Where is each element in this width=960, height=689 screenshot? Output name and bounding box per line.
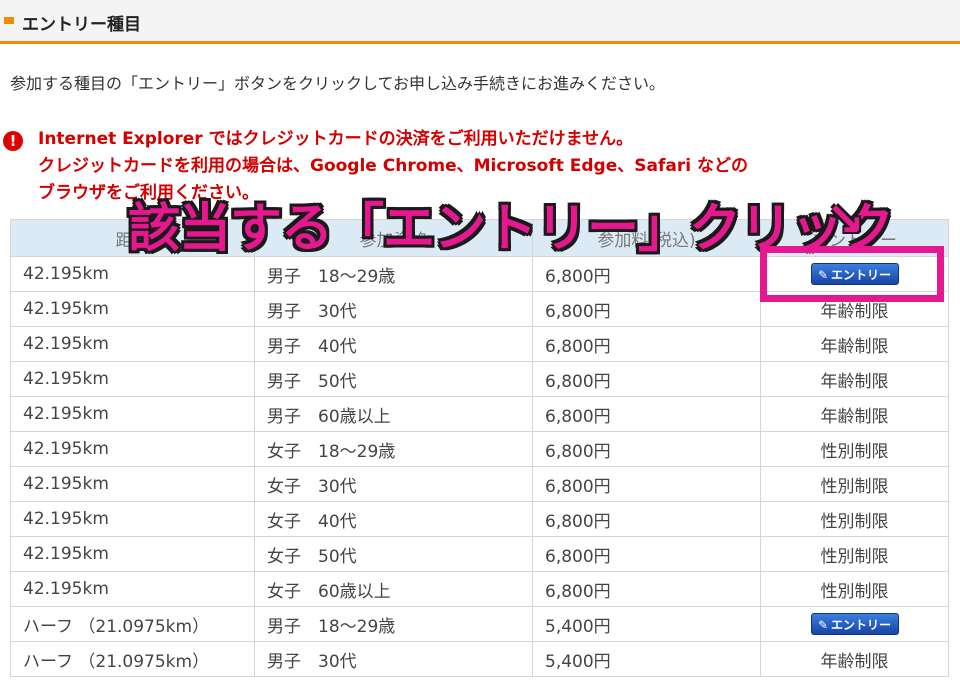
table-row: 42.195km 女子 18～29歳 6,800円 性別制限 — [10, 431, 949, 467]
table-body: 42.195km 男子 18～29歳 6,800円 ✎ エントリー 42.195km 男子 … — [10, 256, 949, 677]
cell-eligibility: 男子 18～29歳 — [254, 606, 533, 642]
cell-fee: 5,400円 — [532, 606, 761, 642]
cell-eligibility: 女子 18～29歳 — [254, 431, 533, 467]
cell-entry: 性別制限 — [760, 571, 949, 607]
cell-distance: 42.195km — [10, 326, 255, 362]
cell-entry: 性別制限 — [760, 501, 949, 537]
cell-entry: 性別制限 — [760, 536, 949, 572]
cell-entry: 年齢制限 — [760, 641, 949, 677]
pencil-icon: ✎ — [817, 618, 829, 632]
cell-fee: 5,400円 — [532, 641, 761, 677]
cell-fee: 6,800円 — [532, 326, 761, 362]
cell-entry: ✎ エントリー — [760, 606, 949, 642]
cell-eligibility: 女子 60歳以上 — [254, 571, 533, 607]
section-title: エントリー種目 — [22, 15, 141, 35]
cell-fee: 6,800円 — [532, 501, 761, 537]
cell-eligibility: 男子 18～29歳 — [254, 256, 533, 292]
table-row: 42.195km 男子 40代 6,800円 年齢制限 — [10, 326, 949, 362]
cell-fee: 6,800円 — [532, 291, 761, 327]
cell-distance: 42.195km — [10, 536, 255, 572]
cell-distance: 42.195km — [10, 571, 255, 607]
cell-distance: ハーフ （21.0975km） — [10, 641, 255, 677]
cell-eligibility: 男子 30代 — [254, 291, 533, 327]
table-row: 42.195km 女子 50代 6,800円 性別制限 — [10, 536, 949, 572]
table-row: ハーフ （21.0975km） 男子 30代 5,400円 年齢制限 — [10, 641, 949, 677]
warning-line-2: クレジットカードを利用の場合は、Google Chrome、Microsoft … — [38, 156, 748, 176]
warning-line-1: Internet Explorer ではクレジットカードの決済をご利用いただけま… — [38, 129, 634, 149]
annotation-arrow-icon: ↘ — [826, 192, 865, 246]
table-row: 42.195km 男子 60歳以上 6,800円 年齢制限 — [10, 396, 949, 432]
cell-distance: 42.195km — [10, 361, 255, 397]
table-row: 42.195km 男子 50代 6,800円 年齢制限 — [10, 361, 949, 397]
cell-entry: 性別制限 — [760, 466, 949, 502]
cell-distance: 42.195km — [10, 291, 255, 327]
cell-eligibility: 女子 50代 — [254, 536, 533, 572]
entry-button-label: エントリー — [831, 618, 892, 632]
cell-distance: 42.195km — [10, 256, 255, 292]
cell-distance: 42.195km — [10, 501, 255, 537]
cell-entry: 年齢制限 — [760, 396, 949, 432]
cell-eligibility: 男子 40代 — [254, 326, 533, 362]
cell-eligibility: 女子 30代 — [254, 466, 533, 502]
cell-fee: 6,800円 — [532, 536, 761, 572]
cell-entry: 年齢制限 — [760, 361, 949, 397]
table-row: ハーフ （21.0975km） 男子 18～29歳 5,400円 ✎ エントリー — [10, 606, 949, 642]
cell-eligibility: 男子 30代 — [254, 641, 533, 677]
entry-button[interactable]: ✎ エントリー — [810, 613, 899, 635]
cell-entry: 年齢制限 — [760, 326, 949, 362]
cell-fee: 6,800円 — [532, 571, 761, 607]
intro-text: 参加する種目の「エントリー」ボタンをクリックしてお申し込み手続きにお進みください… — [10, 74, 666, 93]
table-row: 42.195km 女子 60歳以上 6,800円 性別制限 — [10, 571, 949, 607]
table-row: 42.195km 女子 40代 6,800円 性別制限 — [10, 501, 949, 537]
cell-fee: 6,800円 — [532, 256, 761, 292]
cell-distance: ハーフ （21.0975km） — [10, 606, 255, 642]
cell-fee: 6,800円 — [532, 466, 761, 502]
cell-distance: 42.195km — [10, 396, 255, 432]
table-row: 42.195km 女子 30代 6,800円 性別制限 — [10, 466, 949, 502]
cell-eligibility: 男子 60歳以上 — [254, 396, 533, 432]
cell-distance: 42.195km — [10, 431, 255, 467]
header-marker — [4, 17, 14, 24]
cell-eligibility: 女子 40代 — [254, 501, 533, 537]
cell-fee: 6,800円 — [532, 361, 761, 397]
cell-entry: 性別制限 — [760, 431, 949, 467]
exclamation-icon: ! — [3, 131, 23, 151]
section-header: エントリー種目 — [0, 0, 960, 44]
cell-distance: 42.195km — [10, 466, 255, 502]
cell-fee: 6,800円 — [532, 396, 761, 432]
annotation-highlight-box — [760, 246, 944, 302]
cell-eligibility: 男子 50代 — [254, 361, 533, 397]
cell-fee: 6,800円 — [532, 431, 761, 467]
